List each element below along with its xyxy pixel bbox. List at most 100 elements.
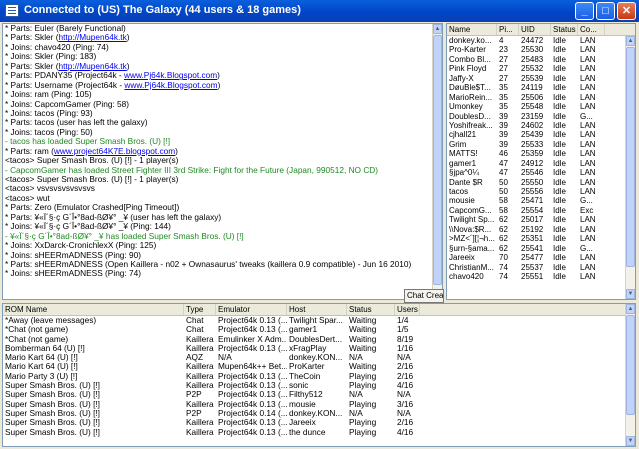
close-button[interactable]: ✕ [617, 2, 636, 20]
user-ping: 47 [499, 168, 508, 178]
minimize-button[interactable]: _ [575, 2, 594, 20]
user-row[interactable]: Umonkey 35 25548 Idle LAN [447, 102, 635, 111]
user-row[interactable]: Pink Floyd 27 25532 Idle LAN [447, 64, 635, 73]
user-row[interactable]: Yoshifreak... 39 24602 Idle LAN [447, 121, 635, 130]
user-row[interactable]: Combo Bl... 27 25483 Idle LAN [447, 55, 635, 64]
game-emulator: Project64k 0.13 (... [218, 325, 287, 335]
user-row[interactable]: \\Nova:$R... 62 25192 Idle LAN [447, 225, 635, 234]
scroll-down-arrow-icon[interactable]: ▼ [626, 436, 635, 446]
chat-link[interactable]: www.Pj64k.Blogspot.com [124, 80, 217, 90]
column-header-type[interactable]: Type [184, 304, 216, 315]
game-row[interactable]: Super Smash Bros. (U) [!] P2P Project64k 0… [3, 409, 635, 418]
user-row[interactable]: gamer1 47 24912 Idle LAN [447, 159, 635, 168]
rom-name: Super Smash Bros. (U) [!] [5, 399, 100, 409]
game-list[interactable]: ROM Name Type Emulator Host Status Users… [2, 303, 636, 447]
user-row[interactable]: Grim 39 25533 Idle LAN [447, 140, 635, 149]
rom-name: Super Smash Bros. (U) [!] [5, 418, 100, 428]
user-row[interactable]: Dante $R 50 25550 Idle LAN [447, 178, 635, 187]
game-row[interactable]: Super Smash Bros. (U) [!] P2P Project64k 0… [3, 390, 635, 399]
user-row[interactable]: cjhall21 39 25439 Idle LAN [447, 130, 635, 139]
user-ping: 70 [499, 253, 508, 263]
user-row[interactable]: DøuBle$T... 35 24119 Idle LAN [447, 83, 635, 92]
user-row[interactable]: MATTS! 46 25359 Idle LAN [447, 149, 635, 158]
chat-message: <tacos> vsvsvsvsvsvsvs [3, 184, 442, 193]
user-uid: 25548 [521, 102, 544, 112]
game-row[interactable]: Mario Party 3 (U) [!] Kaillera Project64k … [3, 372, 635, 381]
app-window-icon [5, 4, 19, 17]
game-row[interactable]: Mario Kart 64 (U) [!] AQZ N/A donkey.KON...… [3, 353, 635, 362]
user-status: Idle [553, 120, 566, 130]
user-row[interactable]: >MZ<´][¦¬h... 62 25351 Idle LAN [447, 234, 635, 243]
game-users: N/A [397, 353, 411, 363]
user-connection: LAN [580, 168, 596, 178]
game-host: DoublesDert... [289, 334, 343, 344]
user-uid: 25359 [521, 149, 544, 159]
user-row[interactable]: Jareeix 70 25477 Idle LAN [447, 253, 635, 262]
game-row[interactable]: Super Smash Bros. (U) [!] Kaillera Project… [3, 428, 635, 437]
game-rows: *Away (leave messages) Chat Project64k 0.1… [3, 316, 635, 437]
user-row[interactable]: ChristianM... 74 25537 Idle LAN [447, 263, 635, 272]
chat-message: * Joins: sHEERmADNESS (Ping: 74) [3, 269, 442, 278]
user-row[interactable]: MarioRein... 35 25506 Idle LAN [447, 93, 635, 102]
game-row[interactable]: *Chat (not game) Kaillera Emulinker X Adm.… [3, 335, 635, 344]
game-users: 2/16 [397, 418, 414, 428]
user-ping: 58 [499, 196, 508, 206]
user-name: §urn-§ama... [449, 243, 495, 253]
chat-scrollbar[interactable]: ▲ ▼ [432, 24, 442, 299]
column-header-ping[interactable]: Pi... [497, 24, 519, 35]
column-header-host[interactable]: Host [287, 304, 347, 315]
chat-log[interactable]: * Parts: Euler (Barely Functional) * Part… [2, 23, 443, 300]
user-row[interactable]: donkey.ko... 4 24472 Idle LAN [447, 36, 635, 45]
chat-create-button[interactable]: Chat Creat [404, 289, 444, 303]
column-header-status[interactable]: Status [551, 24, 578, 35]
column-header-uid[interactable]: UID [519, 24, 551, 35]
game-row[interactable]: Bomberman 64 (U) [!] Kaillera Project64k 0… [3, 344, 635, 353]
user-row[interactable]: CapcomG... 58 25554 Idle Exc [447, 206, 635, 215]
column-header-name[interactable]: Name [447, 24, 497, 35]
game-list-scrollbar[interactable]: ▲ ▼ [625, 304, 635, 446]
user-row[interactable]: tacos 50 25556 Idle LAN [447, 187, 635, 196]
user-row[interactable]: Pro-Karter 23 25530 Idle LAN [447, 45, 635, 54]
user-ping: 23 [499, 45, 508, 55]
user-status: Idle [553, 262, 566, 272]
user-row[interactable]: §jpa^0¼ 47 25546 Idle LAN [447, 168, 635, 177]
user-uid: 25017 [521, 215, 544, 225]
game-row[interactable]: Super Smash Bros. (U) [!] Kaillera Project… [3, 400, 635, 409]
user-row[interactable]: §urn-§ama... 62 25541 Idle G... [447, 244, 635, 253]
user-list[interactable]: Name Pi... UID Status Co... donkey.ko...… [446, 23, 636, 300]
column-header-emulator[interactable]: Emulator [216, 304, 287, 315]
user-status: Idle [553, 224, 566, 234]
scroll-thumb[interactable] [626, 47, 635, 267]
game-status: Playing [349, 427, 377, 437]
column-header-users[interactable]: Users [395, 304, 420, 315]
user-connection: LAN [580, 83, 596, 93]
game-status: N/A [349, 353, 363, 363]
game-host: sonic [289, 381, 309, 391]
scroll-up-arrow-icon[interactable]: ▲ [626, 36, 635, 46]
scroll-down-arrow-icon[interactable]: ▼ [626, 289, 635, 299]
game-row[interactable]: Super Smash Bros. (U) [!] Kaillera Project… [3, 418, 635, 427]
game-type: P2P [186, 408, 202, 418]
user-row[interactable]: Twilight Sp... 62 25017 Idle LAN [447, 215, 635, 224]
column-header-status[interactable]: Status [347, 304, 395, 315]
game-row[interactable]: *Chat (not game) Chat Project64k 0.13 (...… [3, 325, 635, 334]
column-header-rom-name[interactable]: ROM Name [3, 304, 184, 315]
scroll-up-arrow-icon[interactable]: ▲ [433, 24, 442, 34]
game-row[interactable]: *Away (leave messages) Chat Project64k 0.1… [3, 316, 635, 325]
column-header-connection[interactable]: Co... [578, 24, 605, 35]
user-list-scrollbar[interactable]: ▲ ▼ [625, 36, 635, 299]
user-row[interactable]: chavo420 74 25551 Idle LAN [447, 272, 635, 281]
maximize-button[interactable]: □ [596, 2, 615, 20]
user-row[interactable]: mousie 58 25471 Idle G... [447, 196, 635, 205]
scroll-thumb[interactable] [433, 35, 442, 285]
game-type: Kaillera [186, 418, 214, 428]
rom-name: *Away (leave messages) [5, 316, 97, 325]
scroll-thumb[interactable] [626, 315, 635, 415]
game-row[interactable]: Super Smash Bros. (U) [!] Kaillera Project… [3, 381, 635, 390]
user-row[interactable]: DoublesD... 39 23159 Idle G... [447, 112, 635, 121]
user-row[interactable]: Jaffy-X 27 25539 Idle LAN [447, 74, 635, 83]
scroll-up-arrow-icon[interactable]: ▲ [626, 304, 635, 314]
game-row[interactable]: Mario Kart 64 (U) [!] Kaillera Mupen64k++ … [3, 362, 635, 371]
game-status: Playing [349, 381, 377, 391]
user-status: Idle [553, 215, 566, 225]
